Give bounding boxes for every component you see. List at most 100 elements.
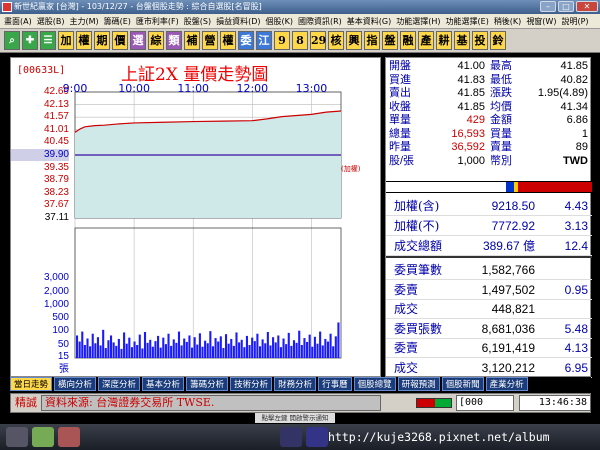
volume-bar bbox=[285, 344, 288, 358]
menu-item[interactable]: 稍後(K) bbox=[494, 14, 522, 28]
quote-label: 股/張 bbox=[389, 154, 415, 167]
quote-row: 收盤 41.85 均價 41.34 bbox=[386, 101, 592, 114]
toolbar-button[interactable]: 期 bbox=[94, 31, 110, 50]
tab-analysis[interactable]: 財務分析 bbox=[274, 377, 317, 391]
toolbar-button[interactable]: 29 bbox=[310, 31, 326, 50]
tab-analysis[interactable]: 籌碼分析 bbox=[186, 377, 229, 391]
order-label: 委賣 bbox=[394, 341, 419, 355]
volume-bar bbox=[230, 338, 233, 358]
tab-analysis[interactable]: 技術分析 bbox=[230, 377, 273, 391]
maximize-button[interactable]: □ bbox=[558, 1, 574, 12]
toolbar-button[interactable]: 江 bbox=[256, 31, 272, 50]
toolbar-button[interactable]: 基 bbox=[454, 31, 470, 50]
toolbar-button[interactable]: 鈴 bbox=[490, 31, 506, 50]
close-button[interactable]: ✕ bbox=[576, 1, 598, 12]
volume-tick-label: 500 bbox=[52, 312, 69, 323]
toolbar-button[interactable]: 耕 bbox=[436, 31, 452, 50]
menu-item[interactable]: 說明(P) bbox=[561, 14, 588, 28]
toolbar-button[interactable]: 類 bbox=[166, 31, 182, 50]
menu-bar: 畫面(A) 選股(B) 主力(M) 籌碼(E) 匯市利率(F) 股盤(S) 損益資料(D) 個… bbox=[0, 14, 600, 29]
data-source: 資料來源: 台灣證券交易所 TWSE. bbox=[45, 396, 215, 409]
taskbar-app-icon[interactable] bbox=[6, 427, 28, 447]
menu-item[interactable]: 主力(M) bbox=[69, 14, 98, 28]
toolbar-button[interactable]: 權 bbox=[220, 31, 236, 50]
volume-bar bbox=[175, 342, 178, 358]
alert-notice[interactable]: 點擊左鍵 開啟警示通知 bbox=[255, 413, 335, 423]
toolbar-button[interactable]: 綜 bbox=[148, 31, 164, 50]
menu-item[interactable]: 匯市利率(F) bbox=[136, 14, 179, 28]
volume-bar bbox=[319, 331, 322, 358]
tab-analysis[interactable]: 產業分析 bbox=[485, 377, 528, 391]
volume-bar bbox=[238, 342, 241, 358]
tab-analysis[interactable]: 橫向分析 bbox=[54, 377, 97, 391]
toolbar-button[interactable]: 盤 bbox=[382, 31, 398, 50]
taskbar-app-icon[interactable] bbox=[58, 427, 80, 447]
menu-item[interactable]: 損益資料(D) bbox=[216, 14, 260, 28]
tab-intraday[interactable]: 當日走勢 bbox=[10, 377, 53, 391]
menu-item[interactable]: 視窗(W) bbox=[526, 14, 556, 28]
volume-bar bbox=[99, 345, 102, 358]
toolbar-button[interactable]: 選 bbox=[130, 31, 146, 50]
toolbar-button[interactable]: 營 bbox=[202, 31, 218, 50]
volume-bar bbox=[311, 346, 314, 358]
order-percent: 6.95 bbox=[564, 360, 588, 375]
volume-meter-fill bbox=[417, 399, 435, 407]
quote-value: 41.85 bbox=[457, 87, 485, 99]
order-percent: 5.48 bbox=[564, 321, 588, 336]
list-icon[interactable]: ☰ bbox=[40, 31, 56, 50]
toolbar-button[interactable]: 核 bbox=[328, 31, 344, 50]
price-tick-label: 38.23 bbox=[43, 186, 69, 198]
volume-bar bbox=[146, 342, 149, 358]
toolbar-button[interactable]: 8 bbox=[292, 31, 308, 50]
watermark-url: http://kuje3268.pixnet.net/album bbox=[328, 430, 550, 444]
toolbar-button[interactable]: 加 bbox=[58, 31, 74, 50]
taskbar-app-icon[interactable] bbox=[306, 427, 328, 447]
menu-item[interactable]: 基本資料(G) bbox=[347, 14, 391, 28]
volume-bar bbox=[109, 335, 113, 358]
tab-analysis[interactable]: 深度分析 bbox=[98, 377, 141, 391]
quote-label: 買進 bbox=[389, 73, 411, 86]
menu-item[interactable]: 功能選擇(H) bbox=[396, 14, 440, 28]
code-input[interactable]: [000 bbox=[456, 395, 514, 411]
menu-item[interactable]: 籌碼(E) bbox=[104, 14, 131, 28]
menu-item[interactable]: 個股(K) bbox=[265, 14, 293, 28]
toolbar-button[interactable]: 9 bbox=[274, 31, 290, 50]
volume-bar bbox=[227, 343, 230, 358]
menu-item[interactable]: 選股(B) bbox=[37, 14, 65, 28]
menu-item[interactable]: 國際資訊(R) bbox=[298, 14, 342, 28]
toolbar-button[interactable]: 產 bbox=[418, 31, 434, 50]
volume-bar bbox=[232, 345, 235, 358]
time-tick-label: 9:00 bbox=[62, 82, 88, 95]
menu-item[interactable]: 功能選擇(E) bbox=[446, 14, 489, 28]
tab-analysis[interactable]: 基本分析 bbox=[142, 377, 185, 391]
toolbar-button[interactable]: 價 bbox=[112, 31, 128, 50]
menu-item[interactable]: 畫面(A) bbox=[4, 14, 32, 28]
toolbar-button[interactable]: 融 bbox=[400, 31, 416, 50]
toolbar-button[interactable]: 權 bbox=[76, 31, 92, 50]
tab-analysis[interactable]: 研報預測 bbox=[397, 377, 440, 391]
taskbar-app-icon[interactable] bbox=[280, 427, 302, 447]
tab-analysis[interactable]: 個股新聞 bbox=[441, 377, 484, 391]
menu-item[interactable]: 股盤(S) bbox=[184, 14, 211, 28]
volume-bar bbox=[251, 337, 254, 358]
pin-icon[interactable]: ✚ bbox=[22, 31, 38, 50]
volume-bar bbox=[245, 335, 248, 358]
tab-analysis[interactable]: 行事曆 bbox=[318, 377, 352, 391]
taskbar-app-icon[interactable] bbox=[32, 427, 54, 447]
quote-label: 幣別 bbox=[490, 154, 512, 167]
toolbar-button[interactable]: 補 bbox=[184, 31, 200, 50]
order-value: 3,120,212 bbox=[481, 360, 535, 375]
price-volume-chart[interactable]: [00633L] 上証2X 量價走勢圖 (加權) 42.69 42.13 41.57… bbox=[10, 57, 381, 377]
volume-bar bbox=[211, 346, 215, 358]
tab-analysis[interactable]: 個股總覽 bbox=[353, 377, 396, 391]
quote-value: 41.00 bbox=[457, 60, 485, 72]
volume-bar bbox=[266, 332, 269, 358]
toolbar-button[interactable]: 委 bbox=[238, 31, 254, 50]
toolbar-button[interactable]: 投 bbox=[472, 31, 488, 50]
quote-value: 41.85 bbox=[560, 60, 588, 72]
toolbar-button[interactable]: 指 bbox=[364, 31, 380, 50]
volume-bar bbox=[313, 336, 316, 358]
toolbar-button[interactable]: 興 bbox=[346, 31, 362, 50]
minimize-button[interactable]: – bbox=[540, 1, 556, 12]
search-icon[interactable]: ⌕ bbox=[4, 31, 20, 50]
